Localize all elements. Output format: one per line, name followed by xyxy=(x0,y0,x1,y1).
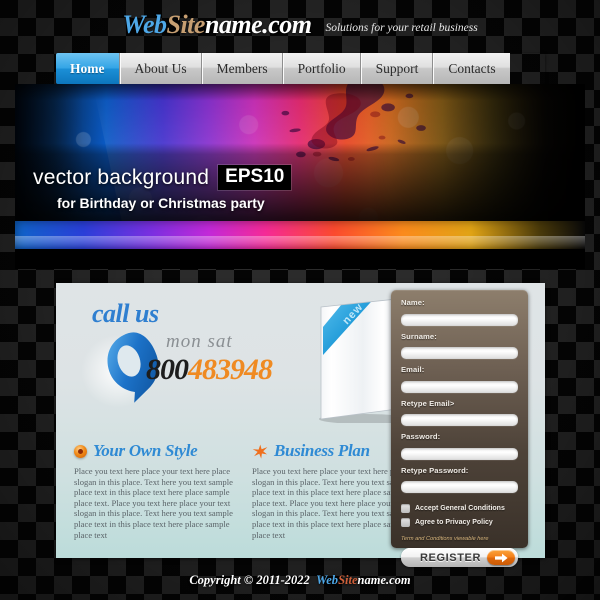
logo-part-name: name.com xyxy=(204,10,312,39)
feature-columns: Your Own Style Place you text here place… xyxy=(74,441,414,540)
target-circle-icon xyxy=(74,444,87,458)
site-footer: Copyright © 2011-2022 WebSitename.com xyxy=(0,560,600,600)
footer-logo-part-site: Site xyxy=(338,572,358,587)
nav-item-home[interactable]: Home xyxy=(56,53,120,84)
feature-title: Business Plan xyxy=(274,441,370,460)
feature-body-text: Place you text here place your text here… xyxy=(252,466,411,540)
surname-field[interactable] xyxy=(401,347,518,359)
copyright-line: Copyright © 2011-2022 WebSitename.com xyxy=(189,573,410,588)
banner-rainbow-stripe-highlight xyxy=(15,236,585,249)
nav-item-about-us[interactable]: About Us xyxy=(119,53,202,84)
nav-item-members[interactable]: Members xyxy=(201,53,283,84)
nav-item-support[interactable]: Support xyxy=(360,53,434,84)
accept-conditions-checkbox[interactable] xyxy=(401,504,410,513)
password-field[interactable] xyxy=(401,447,518,460)
feature-heading-row: Your Own Style xyxy=(74,441,234,461)
accept-conditions-row[interactable]: Accept General Conditions xyxy=(401,504,518,513)
feature-column-business: Business Plan Place you text here place … xyxy=(252,441,412,540)
call-us-block: call us mon sat 800483948 xyxy=(74,291,324,411)
email-field[interactable] xyxy=(401,380,518,393)
call-us-number: 800483948 xyxy=(146,353,273,387)
label-password: Password: xyxy=(401,432,441,441)
retype-password-field[interactable] xyxy=(401,481,518,493)
call-us-number-prefix: 800 xyxy=(146,353,189,386)
feature-title: Your Own Style xyxy=(93,441,198,460)
label-retype-password: Retype Password: xyxy=(401,465,469,475)
banner-headline-row: vector background EPS10 xyxy=(33,165,292,190)
call-us-hours: mon sat xyxy=(166,331,233,352)
terms-note[interactable]: Term and Conditions viewable here xyxy=(401,536,518,542)
privacy-policy-label: Agree to Privacy Policy xyxy=(415,519,493,526)
hero-banner: vector background EPS10 for Birthday or … xyxy=(15,84,585,269)
site-logo[interactable]: WebSitename.com xyxy=(122,10,312,40)
call-us-title: call us xyxy=(92,299,159,328)
logo-part-web: Web xyxy=(122,10,167,39)
privacy-policy-checkbox[interactable] xyxy=(401,518,410,527)
footer-logo-part-name: name.com xyxy=(357,572,411,587)
label-retype-email: Retype Email> xyxy=(401,398,455,408)
banner-badge: EPS10 xyxy=(218,165,292,190)
accept-conditions-label: Accept General Conditions xyxy=(415,505,505,512)
site-header: WebSitename.com Solutions for your retai… xyxy=(0,0,600,50)
banner-text-block: vector background EPS10 for Birthday or … xyxy=(33,165,292,211)
call-us-number-suffix: 483948 xyxy=(188,353,273,386)
nav-item-contacts[interactable]: Contacts xyxy=(433,53,510,84)
site-tagline: Solutions for your retail business xyxy=(325,21,478,34)
page-root: WebSitename.com Solutions for your retai… xyxy=(0,0,600,600)
logo-part-site: Site xyxy=(166,10,206,39)
nav-item-portfolio[interactable]: Portfolio xyxy=(282,53,361,84)
star-icon xyxy=(252,444,268,459)
banner-bottom-bar xyxy=(15,249,585,269)
label-surname: Surname: xyxy=(401,331,437,341)
retype-email-field[interactable] xyxy=(401,414,518,426)
privacy-policy-row[interactable]: Agree to Privacy Policy xyxy=(401,518,518,527)
name-field[interactable] xyxy=(401,313,518,326)
footer-logo-part-web: Web xyxy=(316,572,339,587)
banner-subline: for Birthday or Christmas party xyxy=(57,195,265,211)
label-name: Name: xyxy=(401,298,425,307)
feature-column-style: Your Own Style Place you text here place… xyxy=(74,441,234,540)
registration-form: Name: Surname: Email: Retype Email> Pass… xyxy=(391,290,528,567)
feature-body-text: Place you text here place your text here… xyxy=(74,466,233,540)
label-email: Email: xyxy=(401,365,425,374)
copyright-text: Copyright © 2011-2022 xyxy=(189,572,310,587)
feature-heading-row: Business Plan xyxy=(252,441,412,461)
banner-headline: vector background xyxy=(33,165,210,189)
main-navigation: Home About Us Members Portfolio Support … xyxy=(56,53,545,84)
